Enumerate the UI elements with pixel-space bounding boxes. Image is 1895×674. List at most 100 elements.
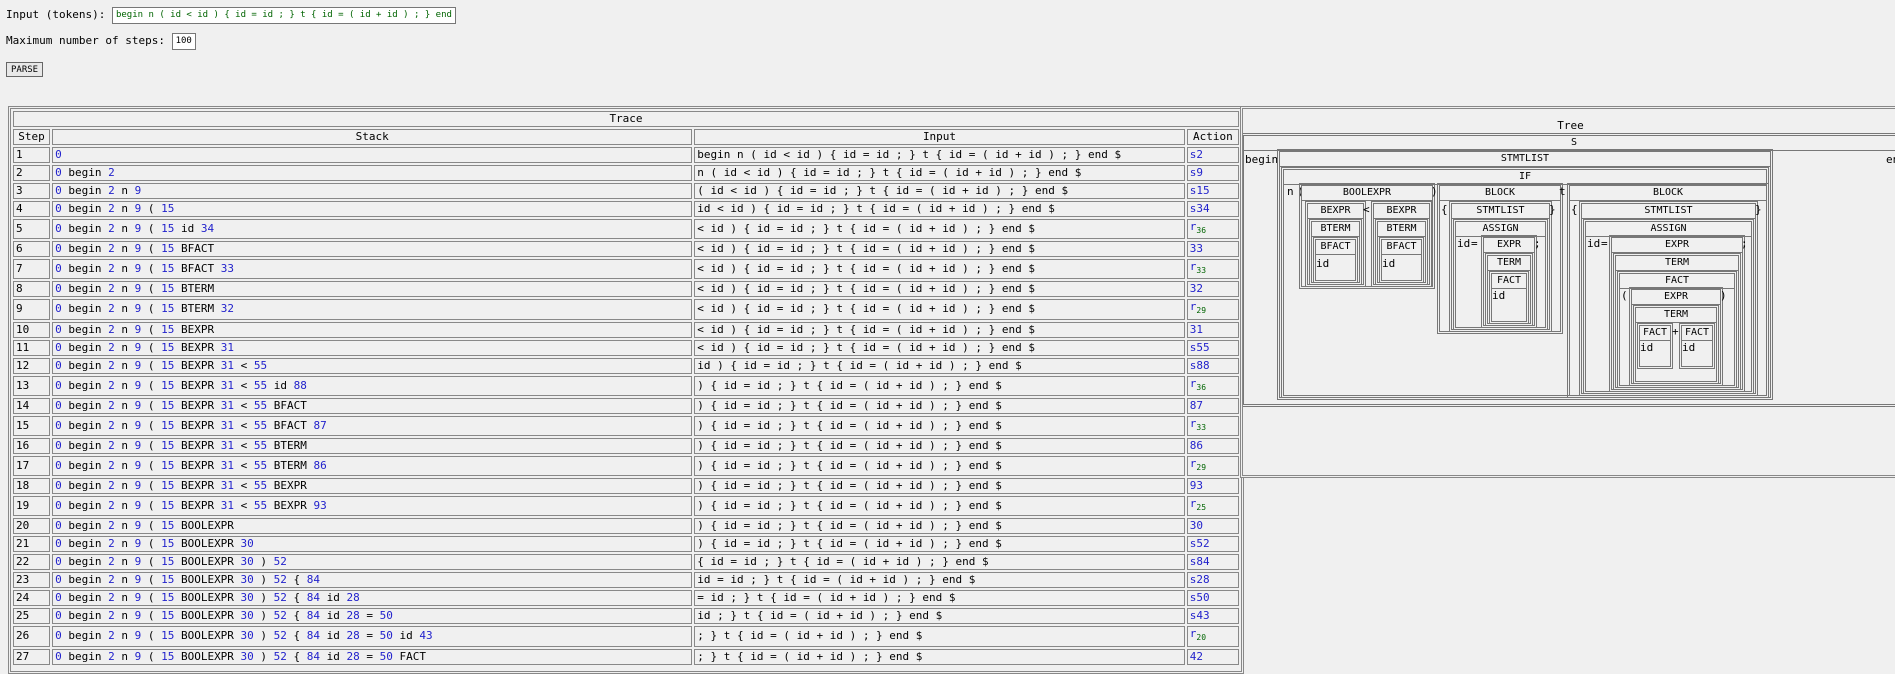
stack-cell: 0 begin 2 n 9 ( 15 BEXPR 31 < 55 BTERM 8… xyxy=(52,455,693,477)
parse-tree: SbeginenSTMTLISTIFn(BOOLEXPRBEXPRBTERMBF… xyxy=(1243,133,1895,473)
input-header: Input xyxy=(694,129,1185,145)
tree-n: n xyxy=(1287,185,1294,198)
stack-cell: 0 begin 2 n 9 ( 15 BOOLEXPR 30 ) 52 { 84… xyxy=(52,626,693,647)
input-cell: ) { id = id ; } t { id = ( id + id ) ; }… xyxy=(694,518,1185,535)
term-node-label: TERM xyxy=(1488,256,1530,271)
step-cell: 2 xyxy=(13,165,51,181)
stack-cell: 0 begin 2 n 9 ( 15 BEXPR 31 < 55 BFACT 8… xyxy=(52,415,693,436)
semi-2: ; xyxy=(1741,237,1748,250)
stmtlist-node-2-label: STMTLIST xyxy=(1452,204,1549,219)
step-cell: 27 xyxy=(13,648,51,665)
step-cell: 10 xyxy=(13,321,51,338)
id-leaf-3: id xyxy=(1457,237,1471,250)
input-cell: < id ) { id = id ; } t { id = ( id + id … xyxy=(694,299,1185,320)
input-cell: = id ; } t { id = ( id + id ) ; } end $ xyxy=(694,590,1185,607)
stack-cell: 0 begin 2 n 9 ( 15 xyxy=(52,201,693,217)
tokens-input[interactable]: begin n ( id < id ) { id = id ; } t { id… xyxy=(111,6,456,24)
input-cell: ) { id = id ; } t { id = ( id + id ) ; }… xyxy=(694,536,1185,553)
stack-cell: 0 begin 2 n 9 xyxy=(52,183,693,199)
block-node-2-label: BLOCK xyxy=(1570,186,1766,201)
input-cell: ) { id = id ; } t { id = ( id + id ) ; }… xyxy=(694,375,1185,396)
step-cell: 18 xyxy=(13,478,51,495)
input-cell: < id ) { id = id ; } t { id = ( id + id … xyxy=(694,241,1185,258)
stack-cell: 0 begin 2 n 9 ( 15 BOOLEXPR 30 ) 52 { 84 xyxy=(52,572,693,589)
parse-button[interactable]: PARSE xyxy=(6,62,44,77)
stack-cell: 0 begin 2 n 9 ( 15 BEXPR 31 < 55 xyxy=(52,357,693,374)
action-cell: r36 xyxy=(1186,219,1239,240)
bfact-node-label: BFACT xyxy=(1316,240,1355,255)
id-leaf-2: id xyxy=(1382,257,1396,270)
action-cell: s55 xyxy=(1186,339,1239,356)
action-cell: r29 xyxy=(1186,299,1239,320)
step-cell: 3 xyxy=(13,183,51,199)
action-cell: r25 xyxy=(1186,496,1239,517)
tree-begin: begin xyxy=(1245,153,1279,166)
id-leaf-4: id xyxy=(1492,289,1506,302)
trace-table: Trace Step Stack Input Action 1 0 begin n … xyxy=(11,109,1241,667)
table-row: 20 0 begin 2 n 9 ( 15 BOOLEXPR) { id = id… xyxy=(13,518,1239,535)
table-row: 23 0 begin 2 n 9 ( 15 BOOLEXPR 30 ) 52 { … xyxy=(13,572,1239,589)
step-cell: 6 xyxy=(13,241,51,258)
stack-cell: 0 begin 2 n 9 ( 15 BOOLEXPR xyxy=(52,518,693,535)
lbrace-2: { xyxy=(1571,203,1578,216)
tree-t: t xyxy=(1559,185,1566,198)
eq-2: = xyxy=(1601,237,1608,250)
stack-cell: 0 begin 2 n 9 ( 15 BOOLEXPR 30 xyxy=(52,536,693,553)
action-cell: 87 xyxy=(1186,397,1239,414)
table-row: 50 begin 2 n 9 ( 15 id 34 < id ) { id = i… xyxy=(13,219,1239,240)
expr-node-2-label: EXPR xyxy=(1612,238,1742,253)
tree-lt: < xyxy=(1363,203,1370,216)
action-cell: s9 xyxy=(1186,165,1239,181)
table-row: 40 begin 2 n 9 ( 15 id < id ) { id = id ;… xyxy=(13,201,1239,217)
action-cell: s15 xyxy=(1186,183,1239,199)
action-cell: r33 xyxy=(1186,415,1239,436)
action-cell: s52 xyxy=(1186,536,1239,553)
step-cell: 8 xyxy=(13,281,51,298)
input-cell: < id ) { id = id ; } t { id = ( id + id … xyxy=(694,219,1185,240)
table-row: 22 0 begin 2 n 9 ( 15 BOOLEXPR 30 ) 52{ i… xyxy=(13,554,1239,571)
rparen-2: ) xyxy=(1720,289,1727,302)
step-cell: 25 xyxy=(13,608,51,625)
action-cell: s50 xyxy=(1186,590,1239,607)
input-cell: < id ) { id = id ; } t { id = ( id + id … xyxy=(694,339,1185,356)
step-cell: 14 xyxy=(13,397,51,414)
table-row: 15 0 begin 2 n 9 ( 15 BEXPR 31 < 55 BFACT… xyxy=(13,415,1239,436)
bexpr-node-2-label: BEXPR xyxy=(1374,204,1429,219)
table-row: 70 begin 2 n 9 ( 15 BFACT 33 < id ) { id … xyxy=(13,259,1239,280)
input-cell: ) { id = id ; } t { id = ( id + id ) ; }… xyxy=(694,415,1185,436)
stack-cell: 0 begin 2 n 9 ( 15 BEXPR 31 < 55 BFACT xyxy=(52,397,693,414)
table-row: 30 begin 2 n 9( id < id ) { id = id ; } … xyxy=(13,183,1239,199)
action-cell: r36 xyxy=(1186,375,1239,396)
eq-1: = xyxy=(1471,237,1478,250)
step-cell: 26 xyxy=(13,626,51,647)
step-cell: 4 xyxy=(13,201,51,217)
steps-input[interactable]: 100 xyxy=(171,32,196,50)
stack-cell: 0 begin 2 n 9 ( 15 BFACT xyxy=(52,241,693,258)
plus-1: + xyxy=(1672,325,1679,338)
table-row: 27 0 begin 2 n 9 ( 15 BOOLEXPR 30 ) 52 { … xyxy=(13,648,1239,665)
stack-cell: 0 begin 2 n 9 ( 15 BOOLEXPR 30 ) 52 { 84… xyxy=(52,608,693,625)
input-cell: ) { id = id ; } t { id = ( id + id ) ; }… xyxy=(694,437,1185,454)
lparen-2: ( xyxy=(1621,289,1628,302)
id-leaf: id xyxy=(1316,257,1330,270)
expr-node-3-label: EXPR xyxy=(1632,290,1720,305)
steps-row: Maximum number of steps: 100 xyxy=(6,32,456,50)
rbrace-1: } xyxy=(1549,203,1556,216)
action-header: Action xyxy=(1186,129,1239,145)
table-row: 16 0 begin 2 n 9 ( 15 BEXPR 31 < 55 BTERM… xyxy=(13,437,1239,454)
table-row: 90 begin 2 n 9 ( 15 BTERM 32 < id ) { id … xyxy=(13,299,1239,320)
input-cell: ) { id = id ; } t { id = ( id + id ) ; }… xyxy=(694,478,1185,495)
input-cell: < id ) { id = id ; } t { id = ( id + id … xyxy=(694,321,1185,338)
input-cell: id = id ; } t { id = ( id + id ) ; } end… xyxy=(694,572,1185,589)
stack-cell: 0 begin 2 n 9 ( 15 BEXPR 31 < 55 BEXPR xyxy=(52,478,693,495)
action-cell: 93 xyxy=(1186,478,1239,495)
step-cell: 5 xyxy=(13,219,51,240)
step-cell: 16 xyxy=(13,437,51,454)
table-row: 11 0 begin 2 n 9 ( 15 BEXPR 31 < id ) { id… xyxy=(13,339,1239,356)
step-header: Step xyxy=(13,129,51,145)
stack-cell: 0 begin 2 n 9 ( 15 BEXPR 31 xyxy=(52,339,693,356)
stack-cell: 0 begin 2 n 9 ( 15 BOOLEXPR 30 ) 52 { 84… xyxy=(52,648,693,665)
step-cell: 12 xyxy=(13,357,51,374)
step-cell: 1 xyxy=(13,147,51,163)
action-cell: 31 xyxy=(1186,321,1239,338)
